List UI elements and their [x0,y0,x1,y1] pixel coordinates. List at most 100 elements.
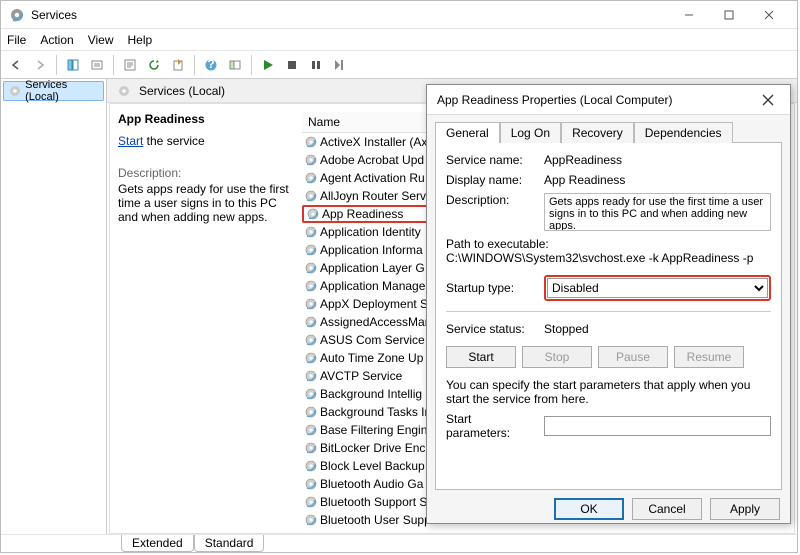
selected-service-name: App Readiness [118,112,292,126]
dialog-body: Service name: AppReadiness Display name:… [435,142,782,490]
menu-help[interactable]: Help [128,33,153,47]
start-suffix: the service [143,134,204,148]
refresh-button[interactable] [143,54,165,76]
service-name: Background Intellig [320,387,422,401]
gear-icon [304,297,318,311]
stop-service-button[interactable] [281,54,303,76]
window-title: Services [31,8,77,22]
gear-icon [304,261,318,275]
tree-root-label: Services (Local) [25,79,99,103]
gear-icon [304,225,318,239]
label-start-params: Start parameters: [446,412,538,440]
forward-button[interactable] [29,54,51,76]
service-name: Bluetooth Audio Ga [320,477,423,491]
maximize-button[interactable] [709,1,749,29]
export-button[interactable] [167,54,189,76]
value-description[interactable]: Gets apps ready for use the first time a… [544,193,771,231]
properties-dialog: App Readiness Properties (Local Computer… [426,84,791,524]
tab-extended[interactable]: Extended [121,535,194,552]
pause-service-button[interactable] [305,54,327,76]
close-button[interactable] [749,1,789,29]
service-name: Application Layer G [320,261,425,275]
label-service-name: Service name: [446,153,538,167]
service-name: AssignedAccessMan [320,315,431,329]
apply-button[interactable]: Apply [710,498,780,520]
gear-icon [304,315,318,329]
service-name: ActiveX Installer (Ax [320,135,427,149]
ok-button[interactable]: OK [554,498,624,520]
bottom-tabs: Extended Standard [1,534,797,552]
service-name: Agent Activation Ru [320,171,425,185]
service-name: AVCTP Service [320,369,402,383]
gear-icon [304,189,318,203]
dialog-footer: OK Cancel Apply [427,498,790,528]
service-name: AllJoyn Router Servi [320,189,429,203]
menubar: File Action View Help [1,29,797,51]
tab-recovery[interactable]: Recovery [561,122,634,143]
description-text: Gets apps ready for use the first time a… [118,182,292,224]
gear-icon [304,171,318,185]
dialog-close-button[interactable] [756,88,780,112]
service-name: Block Level Backup [320,459,425,473]
gear-icon [304,387,318,401]
scope-button[interactable] [224,54,246,76]
service-name: Base Filtering Engin [320,423,427,437]
export-list-button[interactable] [86,54,108,76]
service-name: Adobe Acrobat Upd [320,153,424,167]
startup-type-select[interactable]: Disabled [547,278,768,298]
service-name: App Readiness [322,207,403,221]
service-name: Bluetooth Support S [320,495,427,509]
service-name: Bluetooth User Supp [320,513,431,527]
value-service-name: AppReadiness [544,153,771,167]
menu-view[interactable]: View [88,33,114,47]
tab-logon[interactable]: Log On [500,122,561,143]
dialog-tabs: General Log On Recovery Dependencies [427,115,790,142]
gear-icon [304,477,318,491]
gear-icon [304,153,318,167]
help-button[interactable]: ? [200,54,222,76]
back-button[interactable] [5,54,27,76]
service-name: Background Tasks In [320,405,431,419]
service-name: ASUS Com Service [320,333,425,347]
start-params-input [544,416,771,436]
start-button[interactable]: Start [446,346,516,368]
separator [446,311,771,312]
titlebar: Services [1,1,797,29]
gear-icon [304,135,318,149]
label-startup-type: Startup type: [446,281,538,295]
label-service-status: Service status: [446,322,538,336]
value-service-status: Stopped [544,322,771,336]
value-path: C:\WINDOWS\System32\svchost.exe -k AppRe… [446,251,771,265]
gear-icon [304,495,318,509]
service-name: Application Informa [320,243,423,257]
gear-icon [306,207,320,221]
tab-standard[interactable]: Standard [194,535,265,552]
cancel-button[interactable]: Cancel [632,498,702,520]
services-icon [9,7,25,23]
tree-root-services[interactable]: Services (Local) [3,81,104,101]
tab-dependencies[interactable]: Dependencies [634,122,733,143]
start-service-button[interactable] [257,54,279,76]
gear-icon [304,423,318,437]
minimize-button[interactable] [669,1,709,29]
restart-service-button[interactable] [329,54,351,76]
gear-icon [304,369,318,383]
gear-icon [304,333,318,347]
detail-pane: App Readiness Start the service Descript… [118,112,292,525]
properties-button[interactable] [119,54,141,76]
service-name: Auto Time Zone Up [320,351,423,365]
dialog-title: App Readiness Properties (Local Computer… [437,93,672,107]
hide-tree-button[interactable] [62,54,84,76]
menu-action[interactable]: Action [40,33,73,47]
tab-general[interactable]: General [435,122,500,143]
menu-file[interactable]: File [7,33,26,47]
service-control-buttons: Start Stop Pause Resume [446,346,771,368]
start-params-note: You can specify the start parameters tha… [446,378,771,406]
toolbar: ? [1,51,797,79]
label-description: Description: [446,193,538,207]
start-link[interactable]: Start [118,134,143,148]
value-display-name: App Readiness [544,173,771,187]
gear-icon [304,279,318,293]
description-label: Description: [118,166,292,180]
service-name: Application Identity [320,225,421,239]
